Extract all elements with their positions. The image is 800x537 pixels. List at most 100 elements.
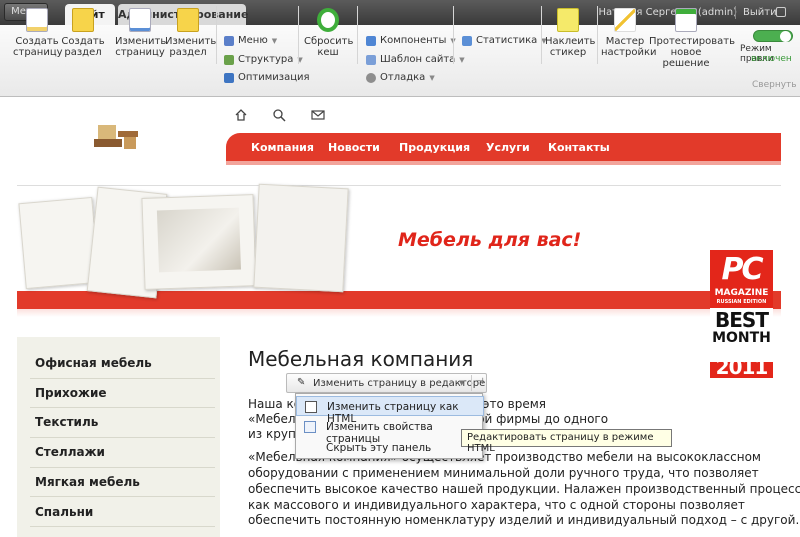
collapse-toolbar-link[interactable]: Свернуть bbox=[752, 80, 797, 90]
chevron-down-icon: ▼ bbox=[271, 36, 278, 45]
divider bbox=[30, 467, 215, 468]
menu-item-page-properties[interactable]: Изменить свойства страницы bbox=[296, 417, 484, 445]
menu-item-hide-panel[interactable]: Скрыть эту панель bbox=[296, 438, 484, 458]
menu-dropdown[interactable]: Меню ▼ bbox=[224, 35, 277, 46]
nav-item-products[interactable]: Продукция bbox=[399, 141, 470, 154]
divider bbox=[735, 6, 736, 19]
structure-dropdown[interactable]: Структура ▼ bbox=[224, 54, 303, 65]
button-label: новое решение bbox=[662, 47, 710, 69]
nav-item-services[interactable]: Услуги bbox=[486, 141, 530, 154]
menu-item-label: Скрыть эту панель bbox=[326, 442, 432, 454]
statistics-dropdown[interactable]: Статистика ▼ bbox=[462, 35, 547, 46]
badge-text: MONTH bbox=[712, 330, 771, 346]
edit-mode-status: включен bbox=[751, 54, 792, 64]
edit-folder-icon bbox=[177, 8, 199, 32]
logout-link[interactable]: Выйти bbox=[743, 7, 777, 18]
paragraph-line: обеспечить постоянную номенклатуру издел… bbox=[248, 513, 800, 527]
button-label: Сбросить bbox=[304, 36, 354, 47]
edit-html-icon bbox=[305, 401, 317, 413]
menu-label: Меню bbox=[238, 35, 268, 46]
edit-dropdown-menu: Изменить страницу как HTML Изменить свой… bbox=[295, 393, 484, 459]
badge-text: BEST bbox=[715, 308, 769, 332]
debug-icon bbox=[366, 72, 376, 83]
pc-magazine-badge: PC MAGAZINE RUSSIAN EDITION BEST MONTH 2… bbox=[710, 250, 773, 379]
edit-page-icon bbox=[129, 8, 151, 32]
components-label: Компоненты bbox=[380, 35, 447, 46]
pencil-icon: ✎ bbox=[297, 377, 306, 388]
banner-tagline: Мебель для вас! bbox=[398, 229, 582, 251]
divider bbox=[30, 526, 215, 527]
sidebar-item[interactable]: Стеллажи bbox=[35, 445, 105, 459]
create-section-button[interactable]: Создать раздел bbox=[61, 8, 105, 58]
button-label: раздел bbox=[169, 47, 207, 58]
stats-icon bbox=[462, 35, 472, 46]
badge-text: 2011 bbox=[715, 355, 769, 379]
seo-icon bbox=[224, 72, 234, 83]
banner-photo bbox=[141, 194, 257, 290]
toolbar-divider bbox=[357, 6, 358, 64]
nav-item-company[interactable]: Компания bbox=[251, 141, 314, 154]
test-icon bbox=[675, 8, 697, 32]
divider bbox=[30, 496, 215, 497]
add-sticker-button[interactable]: Наклеить стикер bbox=[545, 8, 596, 58]
search-icon[interactable] bbox=[272, 108, 286, 122]
seo-button[interactable]: Оптимизация bbox=[224, 72, 310, 83]
badge-text: RUSSIAN EDITION bbox=[716, 299, 767, 305]
nav-item-news[interactable]: Новости bbox=[328, 141, 380, 154]
pin-icon[interactable]: ⊣ bbox=[476, 377, 484, 387]
button-label: настройки bbox=[601, 47, 657, 58]
edit-section-button[interactable]: Изменить раздел bbox=[165, 8, 216, 58]
components-dropdown[interactable]: Компоненты▼ bbox=[366, 35, 456, 46]
sticker-icon bbox=[557, 8, 579, 32]
divider bbox=[30, 378, 215, 379]
chevron-down-icon: ▼ bbox=[429, 73, 435, 82]
divider bbox=[30, 437, 215, 438]
menu-icon bbox=[224, 35, 234, 46]
toggle-knob[interactable] bbox=[780, 31, 791, 42]
chevron-down-icon: ▼ bbox=[459, 55, 465, 64]
sidebar-item[interactable]: Текстиль bbox=[35, 415, 98, 429]
divider bbox=[30, 407, 215, 408]
paragraph-line: обеспечить высокое качество нашей продук… bbox=[248, 482, 800, 496]
structure-label: Структура bbox=[238, 54, 294, 65]
mail-icon[interactable] bbox=[311, 108, 325, 122]
site-template-dropdown[interactable]: Шаблон сайта ▼ bbox=[366, 54, 465, 65]
template-label: Шаблон сайта bbox=[380, 54, 456, 65]
refresh-icon bbox=[317, 8, 339, 32]
setup-wizard-button[interactable]: Мастер настройки bbox=[601, 8, 657, 58]
kitchen-photo bbox=[156, 207, 241, 273]
tooltip: Редактировать страницу в режиме HTML bbox=[461, 429, 672, 454]
sidebar-item[interactable]: Прихожие bbox=[35, 386, 107, 400]
site-logo[interactable] bbox=[92, 121, 142, 151]
button-label: страницу bbox=[13, 47, 63, 58]
sidebar-item[interactable]: Спальни bbox=[35, 505, 93, 519]
button-label: кеш bbox=[317, 47, 339, 58]
toolbar-divider bbox=[216, 6, 217, 64]
create-page-button[interactable]: Создать страницу bbox=[13, 8, 63, 58]
divider bbox=[471, 375, 472, 391]
chevron-down-icon[interactable]: ▼ bbox=[459, 379, 464, 387]
toolbar-divider bbox=[597, 6, 598, 64]
sidebar-item[interactable]: Мягкая мебель bbox=[35, 475, 140, 489]
nav-item-contacts[interactable]: Контакты bbox=[548, 141, 610, 154]
edit-page-in-editor-button[interactable]: ✎ Изменить страницу в редакторе ▼ ⊣ bbox=[286, 373, 487, 393]
debug-dropdown[interactable]: Отладка ▼ bbox=[366, 72, 435, 83]
furniture-logo-icon bbox=[94, 125, 138, 149]
home-icon[interactable] bbox=[234, 108, 248, 122]
badge-text: PC bbox=[721, 252, 763, 287]
test-solution-button[interactable]: Протестировать новое решение bbox=[649, 8, 735, 69]
sidebar-item[interactable]: Офисная мебель bbox=[35, 356, 152, 370]
badge-text: MAGAZINE bbox=[714, 288, 769, 298]
menu-item-edit-html[interactable]: Изменить страницу как HTML bbox=[296, 396, 484, 425]
paragraph-line: оборудовании с применением минимальной д… bbox=[248, 466, 759, 480]
edit-page-button[interactable]: Изменить страницу bbox=[115, 8, 166, 58]
new-page-icon bbox=[26, 8, 48, 32]
logout-icon[interactable] bbox=[776, 7, 786, 17]
seo-label: Оптимизация bbox=[238, 72, 310, 83]
button-label: страницу bbox=[115, 47, 165, 58]
new-folder-icon bbox=[72, 8, 94, 32]
template-icon bbox=[366, 54, 376, 65]
reset-cache-button[interactable]: Сбросить кеш bbox=[304, 8, 354, 58]
nav-underline bbox=[226, 161, 781, 165]
button-label: Наклеить bbox=[545, 36, 596, 47]
